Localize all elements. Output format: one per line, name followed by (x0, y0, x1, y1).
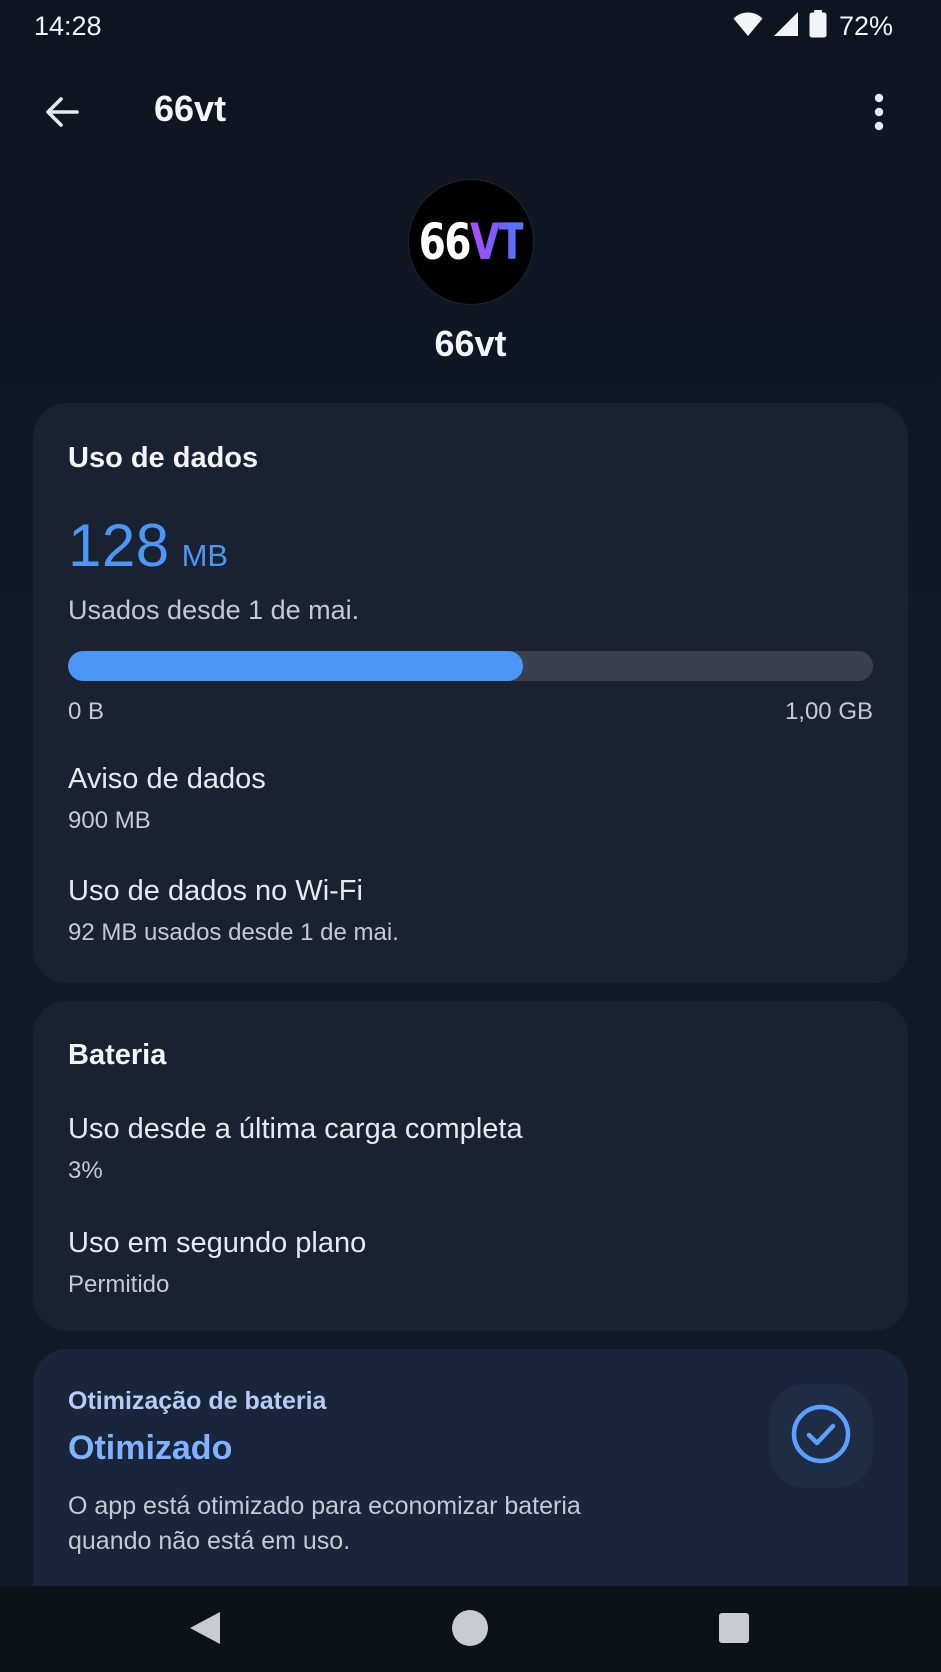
app-bar: 66vt (0, 72, 941, 152)
optimization-label: Otimização de bateria (68, 1387, 327, 1415)
app-name: 66vt (434, 323, 507, 364)
status-time: 14:28 (34, 11, 102, 41)
check-circle-icon (790, 1403, 852, 1470)
battery-title: Bateria (68, 1039, 167, 1071)
nav-recents-button[interactable] (710, 1606, 758, 1654)
page-title: 66vt (154, 88, 227, 129)
background-usage-value: Permitido (68, 1271, 170, 1298)
more-options-button[interactable] (855, 90, 903, 138)
nav-home-icon (451, 1609, 489, 1652)
more-vert-icon (873, 93, 885, 136)
battery-since-full-value: 3% (68, 1157, 103, 1184)
nav-recents-icon (718, 1612, 750, 1649)
data-usage-title: Uso de dados (68, 442, 259, 474)
nav-home-button[interactable] (446, 1606, 494, 1654)
battery-since-full-title: Uso desde a última carga completa (68, 1113, 523, 1145)
status-bar: 14:28 72% (0, 0, 941, 52)
status-icons: 72% (733, 9, 893, 43)
battery-optimization-card[interactable]: Otimização de bateria Otimizado O app es… (33, 1349, 908, 1589)
usage-progress-bar (68, 651, 873, 681)
battery-card: Bateria Uso desde a última carga complet… (33, 1001, 908, 1331)
back-button[interactable] (38, 90, 86, 138)
data-warning-title: Aviso de dados (68, 763, 266, 795)
optimization-toggle[interactable] (769, 1384, 873, 1488)
cell-signal-icon (773, 11, 799, 42)
usage-unit: MB (181, 538, 229, 573)
background-usage-title: Uso em segundo plano (68, 1227, 367, 1259)
range-max-label: 1,00 GB (784, 698, 873, 725)
data-usage-card[interactable]: Uso de dados 128 MB Usados desde 1 de ma… (33, 403, 908, 983)
data-warning-value: 900 MB (68, 807, 151, 834)
optimization-description: O app está otimizado para economizar bat… (68, 1492, 581, 1555)
app-logo: 66 VT (418, 213, 525, 271)
battery-percent: 72% (838, 10, 893, 41)
usage-progress-fill (68, 651, 523, 681)
range-min-label: 0 B (68, 698, 105, 725)
wifi-icon (733, 11, 763, 42)
usage-value: 128 (68, 512, 170, 579)
wifi-usage-value: 92 MB usados desde 1 de mai. (68, 919, 399, 946)
optimization-status: Otimizado (68, 1429, 233, 1467)
battery-icon (809, 9, 827, 43)
navigation-bar (0, 1586, 941, 1672)
wifi-usage-title: Uso de dados no Wi-Fi (68, 875, 363, 907)
app-icon: 66 VT (409, 180, 533, 304)
nav-back-icon (188, 1610, 222, 1651)
arrow-back-icon (44, 94, 80, 135)
data-usage-amount: 128 MB (68, 511, 228, 580)
usage-since: Usados desde 1 de mai. (68, 595, 360, 625)
nav-back-button[interactable] (181, 1606, 229, 1654)
